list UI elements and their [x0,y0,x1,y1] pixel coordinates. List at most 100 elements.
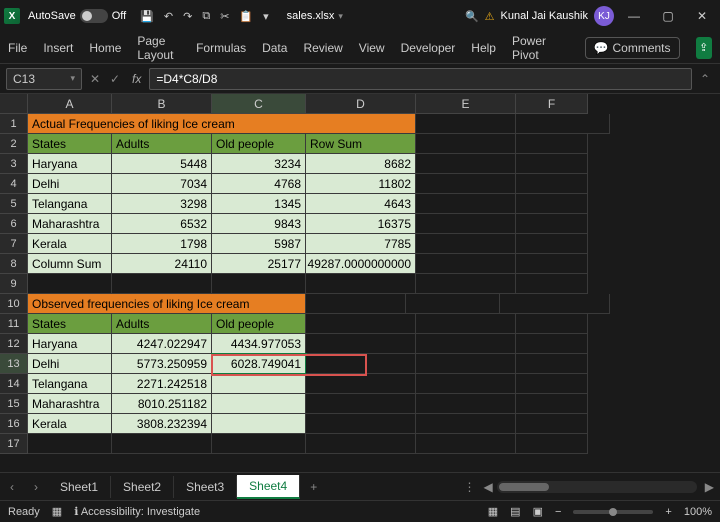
cell[interactable] [416,114,516,134]
cell[interactable] [416,274,516,294]
name-box[interactable]: C13 ▾ [6,68,82,90]
add-sheet-button[interactable]: + [300,480,327,494]
sheet-tab-2[interactable]: Sheet2 [111,476,174,498]
row-header-12[interactable]: 12 [0,334,28,354]
t1-sum-4[interactable]: 7785 [306,234,416,254]
toggle-switch[interactable] [80,9,108,23]
cell[interactable] [406,294,500,314]
t1-sum-2[interactable]: 4643 [306,194,416,214]
t1-sum-1[interactable]: 11802 [306,174,416,194]
t2-state-4[interactable]: Kerala [28,414,112,434]
cell[interactable] [516,194,588,214]
t1-sum-3[interactable]: 16375 [306,214,416,234]
t1-h-old[interactable]: Old people [212,134,306,154]
t2-state-2[interactable]: Telangana [28,374,112,394]
tab-home[interactable]: Home [89,41,121,55]
close-button[interactable]: ✕ [688,9,716,23]
sheet-tab-1[interactable]: Sheet1 [48,476,111,498]
cell[interactable] [516,174,588,194]
cell[interactable] [306,374,416,394]
t1-footer-sum[interactable]: 49287.0000000000 [306,254,416,274]
row-header-3[interactable]: 3 [0,154,28,174]
cell[interactable] [112,274,212,294]
t2-adults-3[interactable]: 8010.251182 [112,394,212,414]
t1-old-0[interactable]: 3234 [212,154,306,174]
cell[interactable] [416,394,516,414]
t2-adults-1[interactable]: 5773.250959 [112,354,212,374]
tab-file[interactable]: File [8,41,27,55]
cell[interactable] [516,334,588,354]
sheet-menu-icon[interactable]: ⋮ [464,480,476,494]
t1-old-3[interactable]: 9843 [212,214,306,234]
row-header-13[interactable]: 13 [0,354,28,374]
t2-old-1[interactable]: 6028.749041 [212,354,306,374]
cell[interactable] [416,234,516,254]
t1-state-0[interactable]: Haryana [28,154,112,174]
sheet-nav-prev[interactable]: ‹ [0,480,24,494]
t1-state-3[interactable]: Maharashtra [28,214,112,234]
user-account[interactable]: ⚠ Kunal Jai Kaushik KJ [485,6,614,26]
t2-h-states[interactable]: States [28,314,112,334]
cell[interactable] [306,334,416,354]
share-button[interactable]: ⇪ [696,37,712,59]
t2-adults-2[interactable]: 2271.242518 [112,374,212,394]
column-header-C[interactable]: C [212,94,306,114]
macro-icon[interactable]: ▦ [52,505,62,518]
horizontal-scrollbar[interactable] [497,481,697,493]
view-normal-icon[interactable]: ▦ [488,505,498,518]
cell[interactable] [416,154,516,174]
scroll-left-icon[interactable]: ◀ [484,480,493,494]
tab-developer[interactable]: Developer [401,41,456,55]
t1-sum-0[interactable]: 8682 [306,154,416,174]
filename-area[interactable]: sales.xlsx ▾ [287,10,343,22]
t1-footer-label[interactable]: Column Sum [28,254,112,274]
zoom-level[interactable]: 100% [684,506,712,518]
cell[interactable] [212,274,306,294]
row-header-2[interactable]: 2 [0,134,28,154]
cancel-formula-icon[interactable]: ✕ [86,72,104,86]
column-header-A[interactable]: A [28,94,112,114]
paste-icon[interactable]: 📋 [239,10,253,23]
t1-state-1[interactable]: Delhi [28,174,112,194]
row-header-17[interactable]: 17 [0,434,28,454]
zoom-slider[interactable] [573,510,653,514]
t2-old-2[interactable] [212,374,306,394]
t2-old-0[interactable]: 4434.977053 [212,334,306,354]
cell[interactable] [416,194,516,214]
cell[interactable] [112,434,212,454]
t1-state-4[interactable]: Kerala [28,234,112,254]
zoom-in-icon[interactable]: + [665,506,671,518]
cell[interactable] [516,354,588,374]
cell[interactable] [516,374,588,394]
tab-help[interactable]: Help [471,41,496,55]
redo-icon[interactable]: ↷ [183,10,192,23]
accessibility-status[interactable]: ℹ Accessibility: Investigate [74,505,200,518]
cell[interactable] [306,434,416,454]
t1-adults-4[interactable]: 1798 [112,234,212,254]
cell[interactable] [500,294,610,314]
t2-old-4[interactable] [212,414,306,434]
row-header-5[interactable]: 5 [0,194,28,214]
tab-formulas[interactable]: Formulas [196,41,246,55]
cell[interactable] [516,234,588,254]
cell[interactable] [416,254,516,274]
t1-old-4[interactable]: 5987 [212,234,306,254]
tab-review[interactable]: Review [303,41,342,55]
tab-view[interactable]: View [359,41,385,55]
row-header-14[interactable]: 14 [0,374,28,394]
cell[interactable] [416,134,516,154]
cell[interactable] [28,274,112,294]
column-header-B[interactable]: B [112,94,212,114]
cell[interactable] [306,294,406,314]
cell[interactable] [416,414,516,434]
save-icon[interactable]: 💾 [140,10,154,23]
row-header-4[interactable]: 4 [0,174,28,194]
scroll-right-icon[interactable]: ▶ [705,480,714,494]
t1-adults-2[interactable]: 3298 [112,194,212,214]
cell[interactable] [306,274,416,294]
tab-insert[interactable]: Insert [43,41,73,55]
minimize-button[interactable]: ― [620,9,648,23]
cell[interactable] [516,434,588,454]
table2-title[interactable]: Observed frequencies of liking Ice cream [28,294,306,314]
cell[interactable] [516,314,588,334]
